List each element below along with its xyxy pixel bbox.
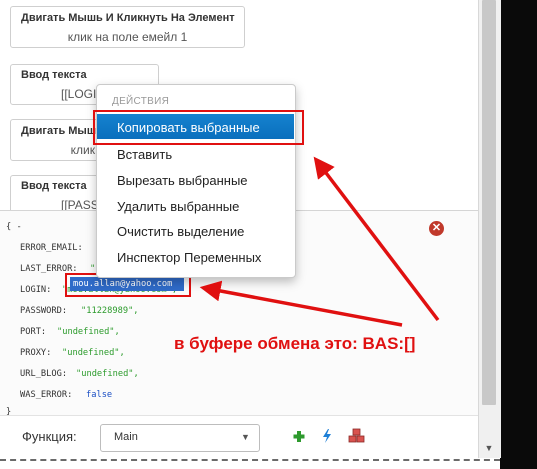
annotation-arrows bbox=[199, 156, 440, 327]
arrow-to-copy bbox=[313, 156, 440, 322]
annotation-text: в буфере обмена это: BAS:[] bbox=[174, 334, 416, 353]
arrow-to-login bbox=[199, 280, 403, 327]
